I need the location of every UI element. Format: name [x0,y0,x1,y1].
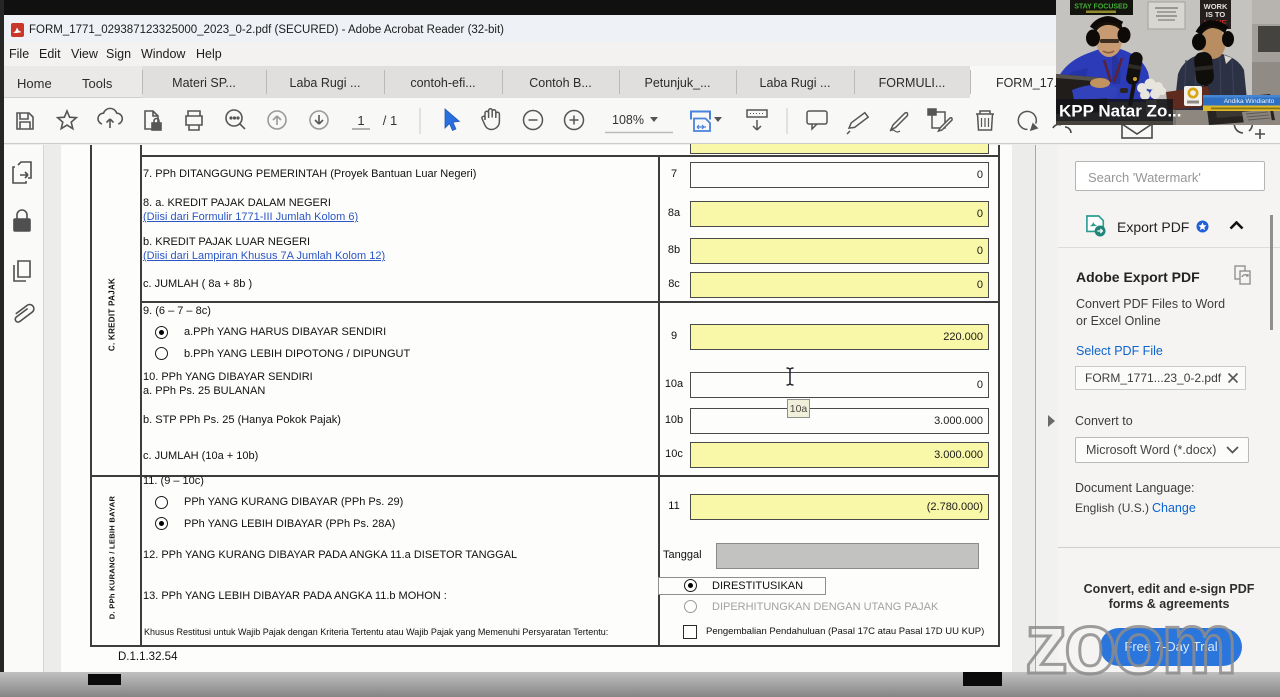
svg-text:KPP Natar Zo...: KPP Natar Zo... [1059,102,1182,121]
svg-text:1: 1 [357,113,364,128]
svg-text:108%: 108% [612,113,644,127]
svg-text:STAY FOCUSED: STAY FOCUSED [1074,4,1128,11]
svg-text:/ 1: / 1 [383,113,397,128]
svg-text:Andika Windianto: Andika Windianto [1224,98,1275,105]
